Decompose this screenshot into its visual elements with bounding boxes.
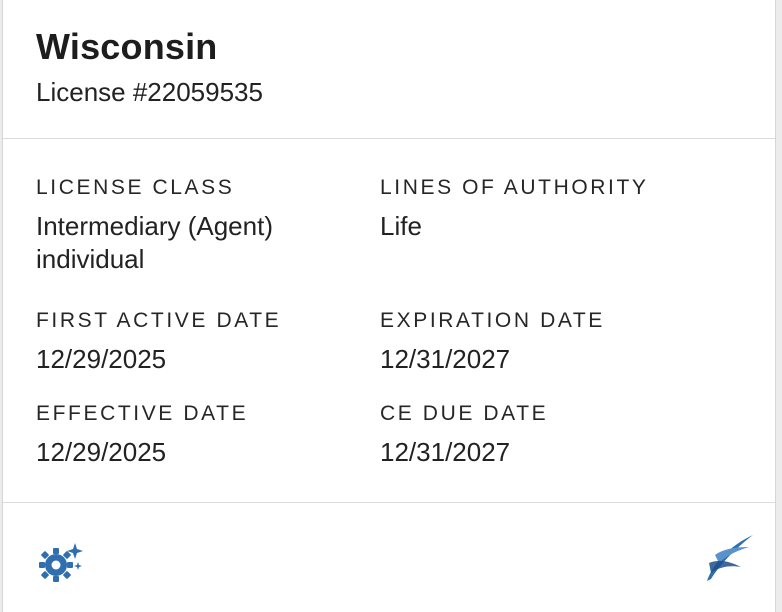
effective-date-field: EFFECTIVE DATE 12/29/2025 [36,402,336,469]
license-card: Wisconsin License #22059535 LICENSE CLAS… [2,0,776,612]
expiration-date-field: EXPIRATION DATE 12/31/2027 [380,309,680,376]
card-header: Wisconsin License #22059535 [3,0,775,139]
ce-due-date-value: 12/31/2027 [380,437,511,467]
first-active-date-field: FIRST ACTIVE DATE 12/29/2025 [36,309,336,376]
expiration-date-label: EXPIRATION DATE [380,309,605,332]
ce-due-date-label: CE DUE DATE [380,402,549,425]
first-active-date-value: 12/29/2025 [36,344,167,374]
ce-due-date-field: CE DUE DATE 12/31/2027 [380,402,680,469]
license-class-value: Intermediary (Agent) individual [36,211,273,274]
first-active-date-label: FIRST ACTIVE DATE [36,309,282,332]
card-details: LICENSE CLASS Intermediary (Agent) indiv… [3,139,775,503]
expiration-date-value: 12/31/2027 [380,344,511,374]
effective-date-value: 12/29/2025 [36,437,167,467]
card-footer [3,503,775,612]
swoosh-logo-icon[interactable] [701,533,755,585]
state-title: Wisconsin [36,26,218,67]
license-class-field: LICENSE CLASS Intermediary (Agent) indiv… [36,176,336,276]
effective-date-label: EFFECTIVE DATE [36,402,249,425]
gear-sparkle-icon[interactable] [36,541,84,583]
license-class-label: LICENSE CLASS [36,176,235,199]
lines-of-authority-field: LINES OF AUTHORITY Life [380,176,680,243]
license-number: License #22059535 [36,77,263,107]
lines-of-authority-value: Life [380,211,422,241]
lines-of-authority-label: LINES OF AUTHORITY [380,176,649,199]
